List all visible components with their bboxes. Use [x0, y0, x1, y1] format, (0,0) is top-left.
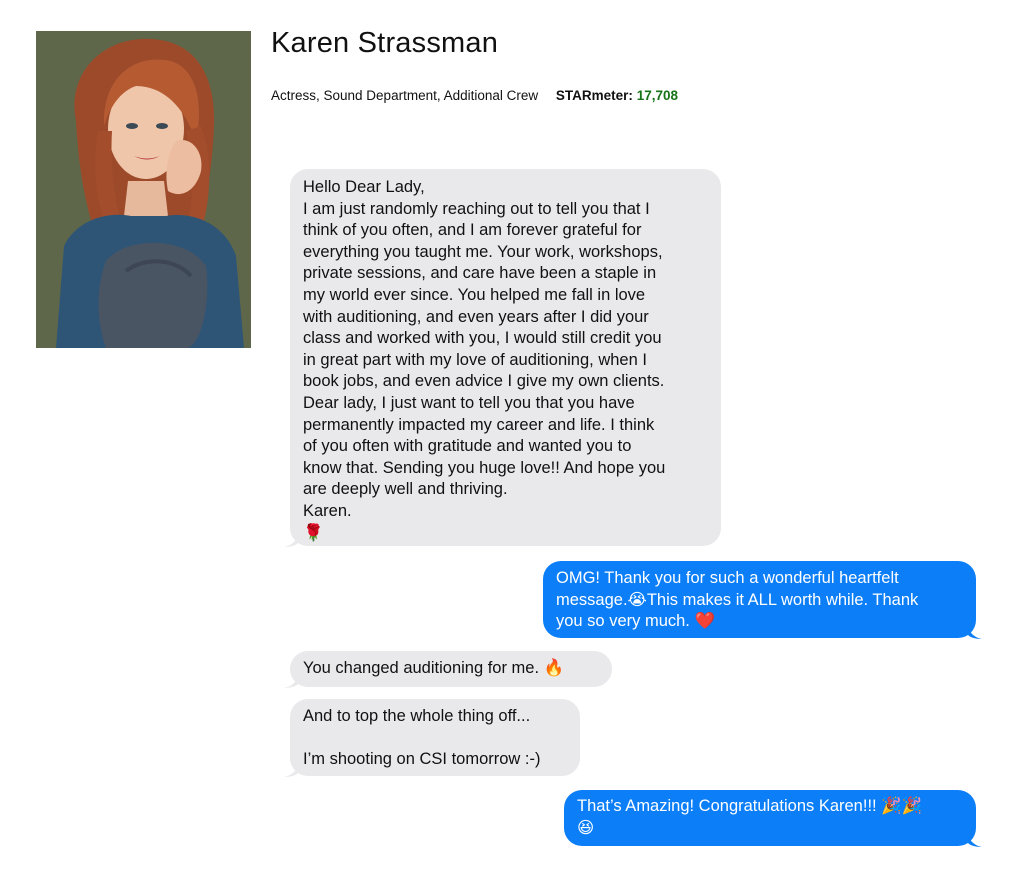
message-line: Karen.: [303, 501, 352, 520]
message-line: You changed auditioning for me. 🔥: [303, 659, 565, 677]
message-bubble-incoming: You changed auditioning for me. 🔥: [290, 651, 612, 687]
message-line: you so very much. ❤️: [556, 612, 716, 631]
starmeter-label: STARmeter:: [555, 88, 633, 103]
message-line: in great part with my love of auditionin…: [303, 350, 647, 369]
message-bubble-incoming: Hello Dear Lady, I am just randomly reac…: [290, 169, 721, 546]
message-line: OMG! Thank you for such a wonderful hear…: [556, 569, 899, 587]
bubble-tail-outgoing: [968, 835, 982, 847]
imdb-profile-with-messages: Karen Strassman Actress, Sound Departmen…: [0, 0, 1015, 879]
message-line: with auditioning, and even years after I…: [303, 307, 649, 326]
message-line: I am just randomly reaching out to tell …: [303, 199, 650, 218]
message-line: think of you often, and I am forever gra…: [303, 221, 642, 240]
message-line: book jobs, and even advice I give my own…: [303, 372, 665, 391]
bubble-tail-incoming: [284, 765, 298, 777]
message-line: are deeply well and thriving.: [303, 480, 508, 499]
message-line: Hello Dear Lady,: [303, 178, 425, 196]
message-line: class and worked with you, I would still…: [303, 329, 662, 348]
starmeter-value[interactable]: 17,708: [637, 88, 678, 103]
message-line: everything you taught me. Your work, wor…: [303, 242, 663, 261]
profile-meta: Actress, Sound Department, Additional Cr…: [271, 88, 678, 103]
message-bubble-incoming: And to top the whole thing off... I’m sh…: [290, 699, 580, 776]
bubble-tail-incoming: [284, 535, 298, 547]
message-line: And to top the whole thing off...: [303, 707, 531, 725]
profile-roles: Actress, Sound Department, Additional Cr…: [271, 88, 539, 103]
message-line: my world ever since. You helped me fall …: [303, 285, 646, 304]
message-line: private sessions, and care have been a s…: [303, 264, 657, 283]
rose-emoji: 🌹: [303, 523, 324, 542]
message-bubble-outgoing: OMG! Thank you for such a wonderful hear…: [543, 561, 976, 638]
message-line: Dear lady, I just want to tell you that …: [303, 393, 635, 412]
message-line: permanently impacted my career and life.…: [303, 415, 655, 434]
message-line: of you often with gratitude and wanted y…: [303, 437, 632, 456]
bubble-tail-outgoing: [968, 627, 982, 639]
laughing-emoji: 😆: [577, 818, 595, 837]
message-bubble-outgoing: That’s Amazing! Congratulations Karen!!!…: [564, 790, 976, 846]
message-line: message.😭This makes it ALL worth while. …: [556, 590, 919, 609]
bubble-tail-incoming: [284, 676, 298, 688]
message-line: know that. Sending you huge love!! And h…: [303, 458, 666, 477]
profile-name[interactable]: Karen Strassman: [271, 27, 498, 60]
message-line: That’s Amazing! Congratulations Karen!!!…: [577, 797, 923, 815]
profile-photo: [36, 31, 251, 348]
message-line: I’m shooting on CSI tomorrow :-): [303, 750, 541, 769]
